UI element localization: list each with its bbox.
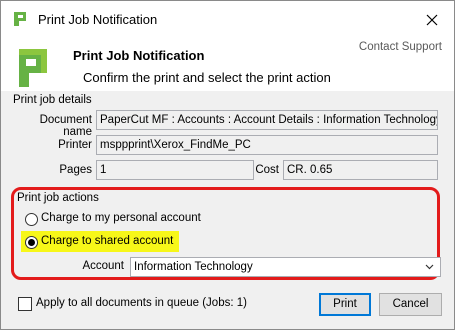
printer-field: msppprint\Xerox_FindMe_PC bbox=[96, 135, 438, 155]
cost-field: CR. 0.65 bbox=[283, 160, 438, 180]
radio-selected-dot bbox=[28, 239, 35, 246]
document-name-label: Document name bbox=[39, 114, 92, 138]
print-button[interactable]: Print bbox=[319, 293, 371, 316]
papercut-logo-icon bbox=[19, 49, 47, 87]
contact-support-link[interactable]: Contact Support bbox=[359, 41, 442, 53]
window-title: Print Job Notification bbox=[38, 12, 158, 27]
pages-field: 1 bbox=[96, 160, 254, 180]
personal-account-radio[interactable] bbox=[25, 213, 38, 226]
close-icon bbox=[426, 14, 438, 26]
document-name-field: PaperCut MF : Accounts : Account Details… bbox=[96, 110, 438, 130]
pages-label: Pages bbox=[59, 164, 92, 176]
account-label: Account bbox=[82, 260, 124, 272]
shared-account-label[interactable]: Charge to shared account bbox=[41, 235, 173, 247]
cancel-button[interactable]: Cancel bbox=[379, 293, 442, 316]
papercut-icon bbox=[14, 12, 26, 26]
personal-account-label[interactable]: Charge to my personal account bbox=[41, 212, 201, 224]
shared-account-radio[interactable] bbox=[25, 236, 38, 249]
apply-all-checkbox[interactable] bbox=[18, 297, 32, 311]
cost-label: Cost bbox=[255, 164, 279, 176]
header-title: Print Job Notification bbox=[73, 48, 205, 63]
dialog-header: Print Job Notification Confirm the print… bbox=[1, 39, 454, 91]
printer-label: Printer bbox=[58, 139, 92, 151]
header-subtitle: Confirm the print and select the print a… bbox=[83, 70, 331, 85]
title-bar: Print Job Notification bbox=[1, 1, 454, 39]
dialog-window: Print Job Notification Print Job Notific… bbox=[0, 0, 455, 330]
details-group-title: Print job details bbox=[13, 94, 92, 106]
close-button[interactable] bbox=[418, 7, 446, 33]
account-select-value: Information Technology bbox=[134, 261, 253, 273]
account-select[interactable]: Information Technology bbox=[130, 257, 441, 277]
apply-all-label[interactable]: Apply to all documents in queue (Jobs: 1… bbox=[36, 297, 247, 309]
chevron-down-icon bbox=[425, 264, 434, 270]
